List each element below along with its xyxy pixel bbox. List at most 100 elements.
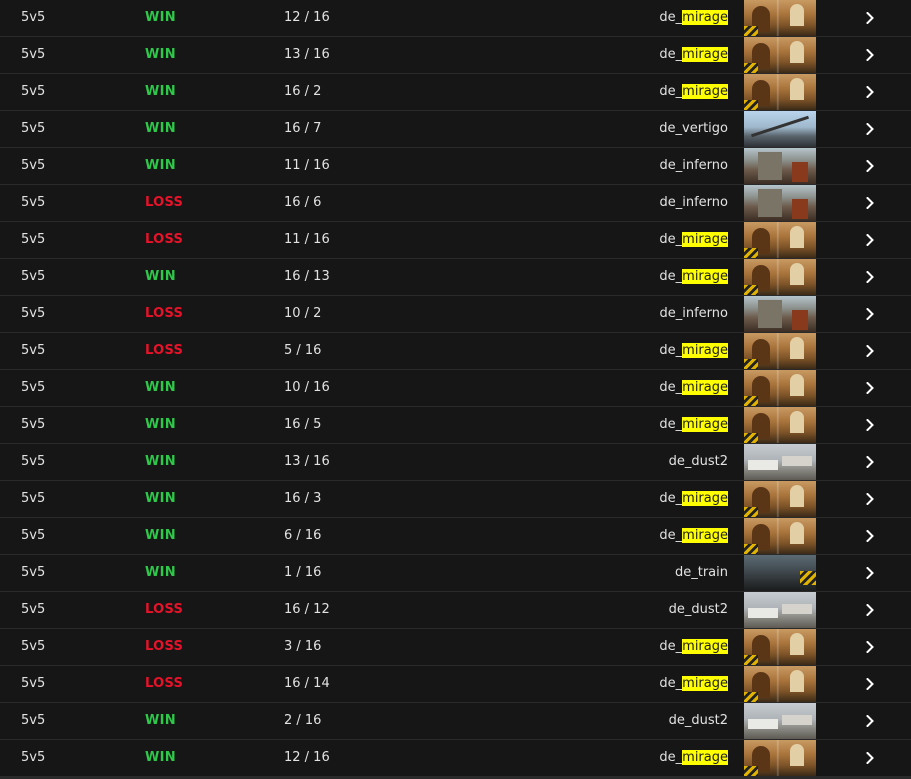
chevron-right-icon[interactable] xyxy=(864,641,876,653)
map-name-search-highlight: mirage xyxy=(682,232,728,247)
map-name: de_mirage xyxy=(659,407,728,443)
map-name-search-highlight: mirage xyxy=(682,417,728,432)
match-row[interactable]: 5v5 WIN 13 / 16 de_dust2 xyxy=(0,444,911,480)
chevron-right-icon[interactable] xyxy=(864,160,876,172)
map-name: de_mirage xyxy=(659,518,728,554)
match-score: 16 / 6 xyxy=(284,195,322,210)
chevron-right-icon[interactable] xyxy=(864,86,876,98)
chevron-right-icon[interactable] xyxy=(864,493,876,505)
chevron-right-icon[interactable] xyxy=(864,197,876,209)
match-score: 16 / 5 xyxy=(284,417,322,432)
map-name-search-highlight: mirage xyxy=(682,380,728,395)
match-score: 13 / 16 xyxy=(284,454,330,469)
game-mode: 5v5 xyxy=(21,639,46,654)
map-name-prefix: de_inferno xyxy=(659,158,729,173)
match-row[interactable]: 5v5 LOSS 16 / 12 de_dust2 xyxy=(0,592,911,628)
map-name: de_mirage xyxy=(659,370,728,406)
chevron-right-icon[interactable] xyxy=(864,752,876,764)
map-name-prefix: de_dust2 xyxy=(668,602,728,617)
chevron-right-icon[interactable] xyxy=(864,456,876,468)
map-thumbnail xyxy=(744,111,816,147)
chevron-right-icon[interactable] xyxy=(864,49,876,61)
match-history-list: 5v5 WIN 12 / 16 de_mirage 5v5 WIN 13 / 16 de_mi… xyxy=(0,0,911,779)
map-thumbnail xyxy=(744,518,816,554)
match-row[interactable]: 5v5 WIN 6 / 16 de_mirage xyxy=(0,518,911,554)
match-score: 16 / 12 xyxy=(284,602,330,617)
match-score: 6 / 16 xyxy=(284,528,322,543)
match-row[interactable]: 5v5 WIN 16 / 13 de_mirage xyxy=(0,259,911,295)
match-row[interactable]: 5v5 WIN 13 / 16 de_mirage xyxy=(0,37,911,73)
map-name: de_mirage xyxy=(659,629,728,665)
match-row[interactable]: 5v5 WIN 1 / 16 de_train xyxy=(0,555,911,591)
match-row[interactable]: 5v5 WIN 10 / 16 de_mirage xyxy=(0,370,911,406)
chevron-right-icon[interactable] xyxy=(864,419,876,431)
chevron-right-icon[interactable] xyxy=(864,604,876,616)
match-row[interactable]: 5v5 WIN 12 / 16 de_mirage xyxy=(0,0,911,36)
map-thumbnail xyxy=(744,296,816,332)
match-result: WIN xyxy=(145,713,176,728)
match-row[interactable]: 5v5 WIN 12 / 16 de_mirage xyxy=(0,740,911,776)
match-row[interactable]: 5v5 WIN 16 / 3 de_mirage xyxy=(0,481,911,517)
match-row[interactable]: 5v5 LOSS 5 / 16 de_mirage xyxy=(0,333,911,369)
map-thumbnail xyxy=(744,592,816,628)
match-row[interactable]: 5v5 LOSS 16 / 14 de_mirage xyxy=(0,666,911,702)
chevron-right-icon[interactable] xyxy=(864,678,876,690)
match-row[interactable]: 5v5 WIN 11 / 16 de_inferno xyxy=(0,148,911,184)
match-score: 16 / 7 xyxy=(284,121,322,136)
chevron-right-icon[interactable] xyxy=(864,345,876,357)
map-name: de_inferno xyxy=(660,185,729,221)
map-name-prefix: de_ xyxy=(659,491,683,506)
match-score: 3 / 16 xyxy=(284,639,322,654)
game-mode: 5v5 xyxy=(21,10,46,25)
map-name-search-highlight: mirage xyxy=(682,528,728,543)
chevron-right-icon[interactable] xyxy=(864,382,876,394)
match-score: 16 / 2 xyxy=(284,84,322,99)
map-name: de_mirage xyxy=(659,222,728,258)
match-result: WIN xyxy=(145,84,176,99)
map-name-search-highlight: mirage xyxy=(682,491,728,506)
match-result: LOSS xyxy=(145,232,184,247)
match-row[interactable]: 5v5 WIN 16 / 7 de_vertigo xyxy=(0,111,911,147)
map-name-prefix: de_ xyxy=(659,232,683,247)
chevron-right-icon[interactable] xyxy=(864,271,876,283)
match-score: 10 / 16 xyxy=(284,380,330,395)
match-result: WIN xyxy=(145,750,176,765)
match-row[interactable]: 5v5 LOSS 11 / 16 de_mirage xyxy=(0,222,911,258)
match-score: 16 / 3 xyxy=(284,491,322,506)
game-mode: 5v5 xyxy=(21,750,46,765)
map-name-prefix: de_vertigo xyxy=(659,121,728,136)
chevron-right-icon[interactable] xyxy=(864,715,876,727)
map-thumbnail xyxy=(744,0,816,36)
map-thumbnail xyxy=(744,703,816,739)
match-result: WIN xyxy=(145,417,176,432)
match-score: 16 / 14 xyxy=(284,676,330,691)
chevron-right-icon[interactable] xyxy=(864,123,876,135)
map-name: de_mirage xyxy=(659,666,728,702)
map-name-prefix: de_ xyxy=(659,47,683,62)
game-mode: 5v5 xyxy=(21,491,46,506)
chevron-right-icon[interactable] xyxy=(864,234,876,246)
chevron-right-icon[interactable] xyxy=(864,567,876,579)
map-thumbnail xyxy=(744,74,816,110)
map-thumbnail xyxy=(744,629,816,665)
match-result: WIN xyxy=(145,269,176,284)
match-row[interactable]: 5v5 WIN 2 / 16 de_dust2 xyxy=(0,703,911,739)
match-row[interactable]: 5v5 WIN 16 / 5 de_mirage xyxy=(0,407,911,443)
match-row[interactable]: 5v5 LOSS 16 / 6 de_inferno xyxy=(0,185,911,221)
match-row[interactable]: 5v5 LOSS 10 / 2 de_inferno xyxy=(0,296,911,332)
match-row[interactable]: 5v5 WIN 16 / 2 de_mirage xyxy=(0,74,911,110)
game-mode: 5v5 xyxy=(21,602,46,617)
map-thumbnail xyxy=(744,222,816,258)
match-row[interactable]: 5v5 LOSS 3 / 16 de_mirage xyxy=(0,629,911,665)
game-mode: 5v5 xyxy=(21,269,46,284)
chevron-right-icon[interactable] xyxy=(864,12,876,24)
match-score: 16 / 13 xyxy=(284,269,330,284)
map-thumbnail xyxy=(744,740,816,776)
game-mode: 5v5 xyxy=(21,47,46,62)
map-name-prefix: de_ xyxy=(659,750,683,765)
chevron-right-icon[interactable] xyxy=(864,530,876,542)
match-result: LOSS xyxy=(145,639,184,654)
match-result: WIN xyxy=(145,528,176,543)
chevron-right-icon[interactable] xyxy=(864,308,876,320)
map-thumbnail xyxy=(744,444,816,480)
